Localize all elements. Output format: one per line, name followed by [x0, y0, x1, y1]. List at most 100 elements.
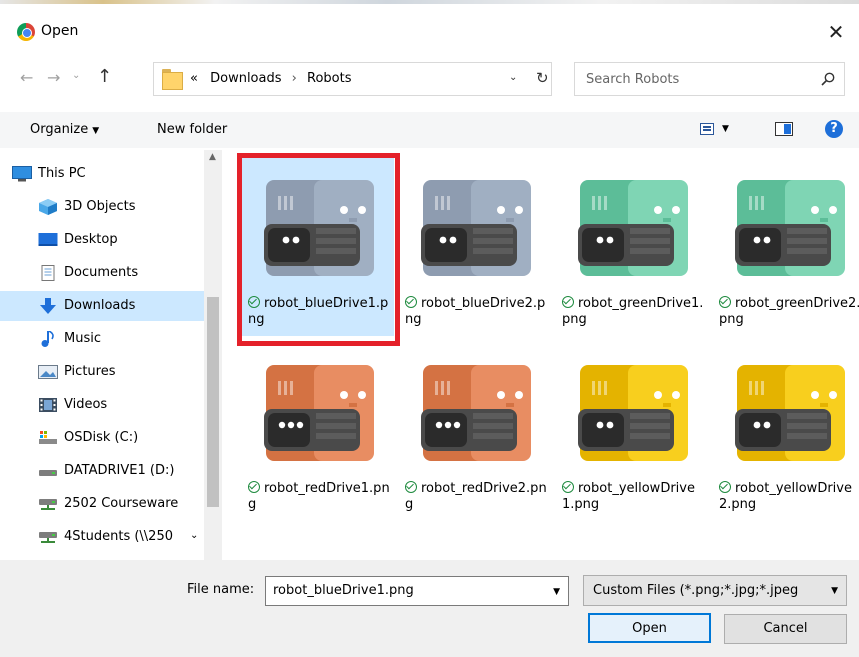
file-name-text: robot_blueDrive1.png: [248, 296, 389, 327]
navigation-scrollbar[interactable]: ▲: [204, 150, 222, 560]
file-item[interactable]: robot_greenDrive2.png: [713, 156, 859, 336]
sync-check-icon: [405, 296, 417, 308]
help-icon[interactable]: ?: [825, 120, 843, 138]
file-name-label: robot_blueDrive1.png: [248, 296, 393, 328]
sidebar-item-label: OSDisk (C:): [64, 430, 139, 445]
file-name-label: robot_yellowDrive2.png: [719, 481, 859, 513]
file-item[interactable]: robot_redDrive2.png: [399, 341, 551, 521]
file-item[interactable]: robot_greenDrive1.png: [556, 156, 708, 336]
robot-thumbnail-icon: [421, 365, 531, 461]
open-button[interactable]: Open: [588, 613, 711, 643]
sidebar-item-label: Documents: [64, 265, 139, 280]
network-drive-icon: [38, 529, 58, 545]
sidebar-item-this-pc[interactable]: This PC: [0, 159, 204, 189]
dialog-footer: File name: robot_blueDrive1.png ▼ Custom…: [0, 560, 859, 657]
drive-icon: [38, 463, 58, 479]
file-item[interactable]: robot_blueDrive1.png: [242, 156, 394, 336]
file-name-label: File name:: [187, 582, 255, 597]
sync-check-icon: [248, 296, 260, 308]
refresh-icon[interactable]: ↻: [536, 69, 549, 87]
file-name-text: robot_yellowDrive1.png: [562, 481, 695, 512]
change-view-icon[interactable]: [700, 123, 714, 135]
breadcrumb-overflow[interactable]: «: [190, 71, 198, 86]
search-input[interactable]: [576, 64, 806, 94]
music-icon: [38, 330, 58, 347]
file-item[interactable]: robot_yellowDrive2.png: [713, 341, 859, 521]
network-drive-icon: [38, 496, 58, 512]
file-name-text: robot_redDrive2.png: [405, 481, 547, 512]
search-box[interactable]: [574, 62, 845, 96]
file-name-value: robot_blueDrive1.png: [273, 583, 414, 598]
sidebar-item-osdisk-c[interactable]: OSDisk (C:): [0, 423, 204, 453]
sync-check-icon: [719, 481, 731, 493]
address-dropdown-icon[interactable]: ⌄: [509, 72, 517, 83]
chrome-icon: [17, 23, 35, 41]
file-name-text: robot_redDrive1.png: [248, 481, 390, 512]
sidebar-item-label: DATADRIVE1 (D:): [64, 463, 175, 478]
robot-thumbnail-icon: [264, 365, 374, 461]
sidebar-item-3d-objects[interactable]: 3D Objects: [0, 192, 204, 222]
file-name-text: robot_greenDrive1.png: [562, 296, 704, 327]
sidebar-item-4students-250[interactable]: 4Students (\\250 ⌄: [0, 522, 204, 552]
navigation-pane: ▲ This PC 3D Objects Desktop Documents Downl…: [0, 150, 222, 560]
open-file-dialog: Open ✕ ← → ⌄ ↑ « Downloads › Robots ⌄ ↻: [0, 0, 859, 657]
sidebar-item-documents[interactable]: Documents: [0, 258, 204, 288]
sidebar-item-pictures[interactable]: Pictures: [0, 357, 204, 387]
file-name-dropdown-icon[interactable]: ▼: [553, 587, 560, 597]
organize-menu[interactable]: Organize ▼: [30, 122, 99, 137]
file-name-label: robot_blueDrive2.png: [405, 296, 550, 328]
robot-thumbnail-icon: [735, 180, 845, 276]
sidebar-item-label: 3D Objects: [64, 199, 136, 214]
background-window-sliver: [0, 0, 859, 4]
close-button[interactable]: ✕: [813, 16, 859, 48]
expand-chevron-icon[interactable]: ⌄: [190, 530, 198, 541]
recent-locations-chevron-icon[interactable]: ⌄: [72, 70, 80, 81]
file-item[interactable]: robot_yellowDrive1.png: [556, 341, 708, 521]
breadcrumb-downloads[interactable]: Downloads: [210, 71, 281, 86]
sync-check-icon: [719, 296, 731, 308]
file-name-label: robot_greenDrive2.png: [719, 296, 859, 328]
sidebar-item-label: 4Students (\\250: [64, 529, 173, 544]
sidebar-item-music[interactable]: Music: [0, 324, 204, 354]
file-type-dropdown-icon: ▼: [831, 586, 838, 596]
file-name-text: robot_blueDrive2.png: [405, 296, 546, 327]
caret-down-icon: ▼: [92, 126, 100, 136]
up-arrow-icon[interactable]: ↑: [97, 66, 112, 87]
robot-thumbnail-icon: [578, 365, 688, 461]
sidebar-item-datadrive1-d[interactable]: DATADRIVE1 (D:): [0, 456, 204, 486]
file-name-label: robot_redDrive1.png: [248, 481, 393, 513]
3d-objects-icon: [38, 199, 58, 215]
sidebar-item-videos[interactable]: Videos: [0, 390, 204, 420]
scrollbar-thumb[interactable]: [207, 297, 219, 507]
preview-pane-icon[interactable]: [775, 122, 793, 136]
address-row: ← → ⌄ ↑ « Downloads › Robots ⌄ ↻: [0, 56, 859, 100]
sidebar-item-label: Downloads: [64, 298, 136, 313]
scroll-up-icon[interactable]: ▲: [209, 152, 216, 162]
file-type-value: Custom Files (*.png;*.jpg;*.jpeg: [593, 583, 799, 598]
sync-check-icon: [405, 481, 417, 493]
breadcrumb: « Downloads › Robots: [190, 71, 351, 86]
file-type-select[interactable]: Custom Files (*.png;*.jpg;*.jpeg ▼: [583, 575, 847, 606]
breadcrumb-separator-icon[interactable]: ›: [292, 71, 297, 86]
new-folder-button[interactable]: New folder: [157, 122, 227, 137]
file-item[interactable]: robot_redDrive1.png: [242, 341, 394, 521]
file-name-input[interactable]: robot_blueDrive1.png ▼: [265, 576, 569, 606]
sync-check-icon: [562, 481, 574, 493]
sidebar-item-label: Desktop: [64, 232, 118, 247]
cancel-button[interactable]: Cancel: [724, 614, 847, 644]
sidebar-item-2502-courseware[interactable]: 2502 Courseware: [0, 489, 204, 519]
back-arrow-icon[interactable]: ←: [20, 68, 33, 87]
sidebar-item-downloads[interactable]: Downloads: [0, 291, 204, 321]
file-item[interactable]: robot_blueDrive2.png: [399, 156, 551, 336]
breadcrumb-robots[interactable]: Robots: [307, 71, 351, 86]
desktop-icon: [38, 232, 58, 248]
search-icon[interactable]: [821, 72, 835, 86]
pc-icon: [12, 166, 32, 182]
file-name-label: robot_redDrive2.png: [405, 481, 550, 513]
file-list: robot_blueDrive1.png robot_blueDrive2.png…: [228, 150, 859, 560]
view-options-caret-icon[interactable]: ▼: [722, 124, 729, 134]
forward-arrow-icon[interactable]: →: [47, 68, 60, 87]
address-bar[interactable]: « Downloads › Robots ⌄ ↻: [153, 62, 552, 96]
sidebar-item-desktop[interactable]: Desktop: [0, 225, 204, 255]
sidebar-item-label: 2502 Courseware: [64, 496, 179, 511]
